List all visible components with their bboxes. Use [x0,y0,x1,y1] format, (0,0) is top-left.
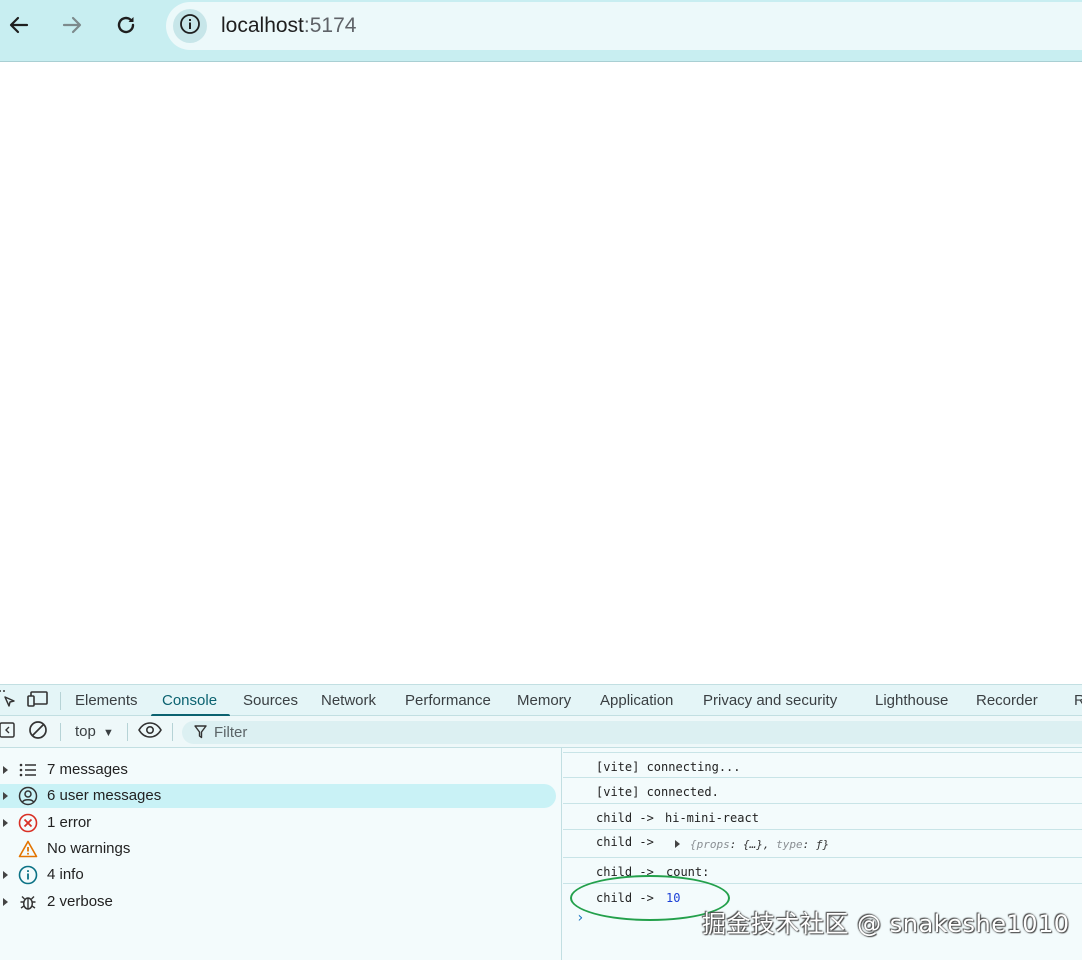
divider [172,723,173,741]
tab-memory[interactable]: Memory [517,692,571,709]
console-sidebar: 7 messages 6 user messages 1 error No wa… [0,748,562,960]
message-value: hi-mini-react [665,811,759,825]
toggle-sidebar-button[interactable] [0,721,18,743]
expand-caret-icon [3,792,8,800]
bug-icon [18,892,38,912]
console-toolbar: top ▼ Filter [0,716,1082,748]
console-prompt[interactable]: › [576,910,584,926]
eye-icon [138,722,162,742]
sidebar-item-label: 6 user messages [47,787,162,804]
sidebar-item-label: 4 info [47,866,84,883]
error-icon [18,813,38,833]
console-message[interactable]: [vite] connected. [563,778,1082,804]
sidebar-item-label: 7 messages [47,761,128,778]
sidebar-item-label: 1 error [47,814,92,831]
message-text: [vite] connecting... [596,760,741,774]
tab-application[interactable]: Application [600,692,673,709]
arrow-right-icon [60,13,84,41]
back-button[interactable] [2,10,36,44]
expand-caret-icon [3,898,8,906]
divider [60,723,61,741]
console-message[interactable]: child -> hi-mini-react [563,804,1082,830]
sidebar-item-verbose[interactable]: 2 verbose [0,890,556,914]
browser-toolbar: localhost:5174 [0,0,1082,62]
tab-performance[interactable]: Performance [405,692,491,709]
reload-icon [114,13,138,41]
console-message[interactable]: child -> {props: {…}, type: ƒ} [563,830,1082,858]
filter-funnel-icon [194,725,207,743]
tab-network[interactable]: Network [321,692,376,709]
object-value: : ƒ} [802,838,830,851]
filter-placeholder: Filter [214,724,248,741]
sidebar-item-info[interactable]: 4 info [0,863,556,887]
expand-caret-icon[interactable] [675,840,680,848]
sidebar-item-user-messages[interactable]: 6 user messages [0,784,556,808]
clear-console-button[interactable] [27,721,49,743]
message-prefix: child -> [596,811,654,825]
sidebar-item-errors[interactable]: 1 error [0,811,556,835]
url-port: :5174 [303,14,357,37]
tab-elements[interactable]: Elements [75,692,138,709]
sidebar-item-label: 2 verbose [47,893,113,910]
object-value: : {…}, [729,838,777,851]
divider [60,692,61,710]
info-icon [18,865,38,885]
inspect-element-button[interactable] [0,690,18,712]
context-selector[interactable]: top ▼ [75,723,114,740]
reload-button[interactable] [109,10,143,44]
expand-caret-icon [3,871,8,879]
sidebar-toggle-icon [0,722,15,742]
tab-recorder[interactable]: Recorder [976,692,1038,709]
context-label: top [75,723,96,740]
sidebar-item-messages[interactable]: 7 messages [0,758,556,782]
tab-sources[interactable]: Sources [243,692,298,709]
object-key: type [776,838,803,851]
url-host: localhost [221,14,304,37]
info-icon [179,13,201,39]
device-toolbar-button[interactable] [27,690,49,712]
live-expression-button[interactable] [138,721,162,743]
forward-button[interactable] [55,10,89,44]
expand-caret-icon [3,766,8,774]
sidebar-item-label: No warnings [47,840,131,857]
arrow-left-icon [7,13,31,41]
inspect-icon [0,690,16,712]
object-preview[interactable]: {props: {…}, type: ƒ} [690,838,829,851]
site-info-button[interactable] [173,9,207,43]
address-bar[interactable]: localhost:5174 [166,2,1082,50]
dropdown-triangle-icon: ▼ [103,727,114,739]
watermark: 掘金技术社区 @ snakeshe1010 [702,910,1070,938]
device-icon [27,690,49,712]
object-key: props [696,838,730,851]
block-icon [28,720,48,744]
tab-lighthouse[interactable]: Lighthouse [875,692,948,709]
devtools-tab-bar: Elements Console Sources Network Perform… [0,684,1082,717]
divider [127,723,128,741]
tab-console[interactable]: Console [162,692,217,709]
expand-caret-icon [3,819,8,827]
message-prefix: child -> [596,835,654,849]
user-icon [18,786,38,806]
page-viewport [0,62,1082,684]
url-text[interactable]: localhost:5174 [221,14,356,38]
warning-icon [18,839,38,859]
list-icon [18,760,38,780]
filter-input[interactable]: Filter [182,721,1082,744]
console-message[interactable]: [vite] connecting... [563,752,1082,778]
message-text: [vite] connected. [596,785,719,799]
sidebar-item-warnings[interactable]: No warnings [0,837,556,861]
tab-privacy-security[interactable]: Privacy and security [703,692,837,709]
tab-overflow[interactable]: R [1074,692,1082,709]
